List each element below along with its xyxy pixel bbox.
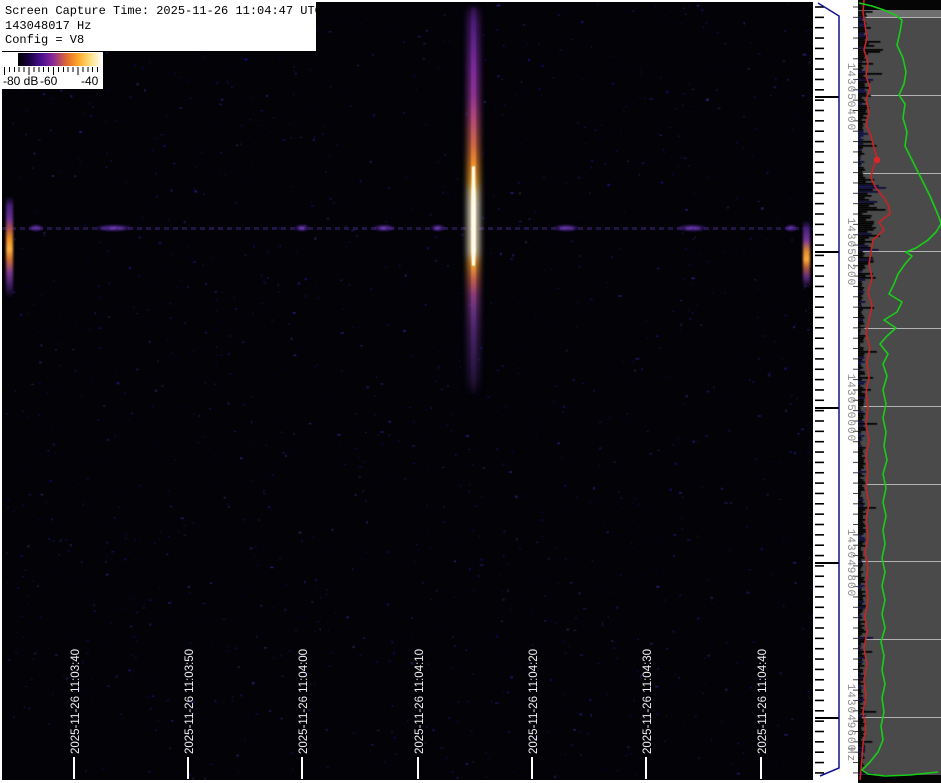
carrier-blob — [294, 224, 310, 232]
carrier-blob — [430, 224, 446, 232]
time-tick-mark — [301, 757, 303, 779]
db-color-scale: -80 dB -60 -40 — [2, 52, 103, 89]
freq-tick-label: 143049600 — [844, 684, 856, 752]
carrier-blob — [28, 224, 44, 232]
time-tick-mark — [760, 757, 762, 779]
time-tick-label: 2025-11-26 11:04:10 — [414, 649, 426, 754]
time-tick-mark — [73, 757, 75, 779]
carrier-blob — [552, 224, 580, 232]
db-label-80: -80 dB — [3, 74, 38, 88]
meteor-echo-right-edge — [802, 220, 811, 288]
meteor-echo-core — [472, 166, 475, 266]
border-left — [0, 0, 2, 783]
freq-tick-label: 143049800 — [844, 529, 856, 597]
carrier-blob — [94, 224, 134, 232]
capture-time-text: Screen Capture Time: 2025-11-26 11:04:47… — [5, 4, 316, 19]
meteor-echo-body — [6, 196, 13, 298]
freq-unit-label: Hz — [844, 747, 856, 762]
meteor-echo-left-edge — [4, 196, 15, 298]
time-tick-mark — [417, 757, 419, 779]
time-tick-label: 2025-11-26 11:04:00 — [298, 649, 310, 754]
time-tick-mark — [531, 757, 533, 779]
carrier-blob — [372, 224, 396, 232]
carrier-blob — [676, 224, 708, 232]
freq-tick-label: 143050400 — [844, 63, 856, 131]
live-spectrum-panel — [858, 0, 941, 783]
db-label-40: -40 — [81, 74, 98, 88]
time-tick-label: 2025-11-26 11:03:40 — [70, 649, 82, 754]
freq-tick-label: 143050000 — [844, 374, 856, 442]
time-tick-label: 2025-11-26 11:04:40 — [757, 649, 769, 754]
frequency-text: 143048017 Hz — [5, 19, 316, 34]
meteor-echo-body — [803, 220, 810, 288]
spectrum-curves — [858, 0, 941, 783]
time-tick-label: 2025-11-26 11:03:50 — [184, 649, 196, 754]
time-tick-mark — [645, 757, 647, 779]
config-text: Config = V8 — [5, 33, 316, 48]
time-tick-label: 2025-11-26 11:04:20 — [528, 649, 540, 754]
spectrum-marker-dot — [874, 157, 880, 163]
db-label-60: -60 — [40, 74, 57, 88]
peak-spectrum-curve-green — [859, 3, 941, 776]
frequency-axis: 143050400 143050200 143050000 143049800 1430… — [815, 0, 858, 783]
freq-tick-label: 143050200 — [844, 218, 856, 286]
noise-speckle-canvas — [0, 0, 815, 783]
spectrogram-waterfall: 2025-11-26 11:03:40 2025-11-26 11:03:50 20… — [0, 0, 815, 783]
time-tick-label: 2025-11-26 11:04:30 — [642, 649, 654, 754]
spectrogram-capture-window: 2025-11-26 11:03:40 2025-11-26 11:03:50 20… — [0, 0, 941, 783]
carrier-blob — [784, 224, 798, 232]
meteor-echo-main — [467, 6, 480, 396]
capture-info-box: Screen Capture Time: 2025-11-26 11:04:47… — [2, 2, 316, 51]
avg-spectrum-curve-red — [860, 0, 890, 780]
color-scale-gradient — [18, 53, 102, 66]
time-tick-mark — [187, 757, 189, 779]
